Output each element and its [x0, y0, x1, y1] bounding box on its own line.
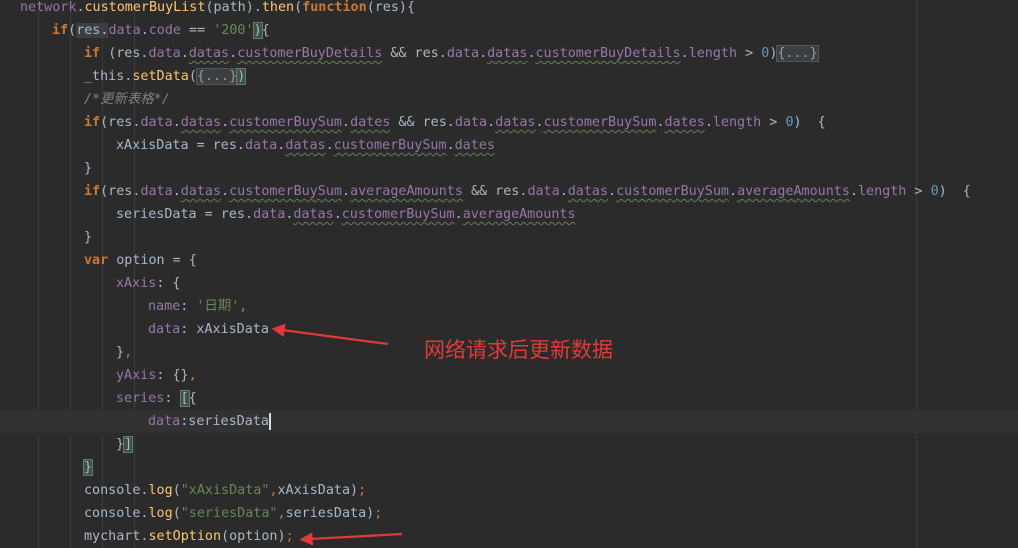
arrow-to-xaxis-data [271, 323, 389, 346]
arrow-to-set-option [299, 532, 403, 546]
annotation-arrows [271, 323, 403, 546]
code-editor[interactable]: network.customerBuyList(path).then(funct… [0, 0, 1018, 548]
